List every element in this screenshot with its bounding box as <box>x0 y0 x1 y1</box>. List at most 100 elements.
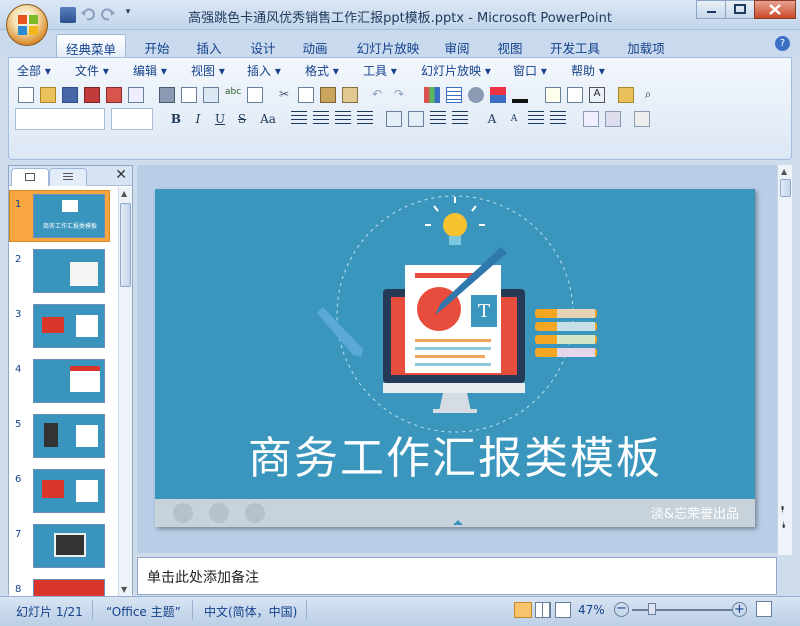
menu-format[interactable]: 格式 ▾ <box>305 62 363 79</box>
new-icon[interactable] <box>18 87 34 103</box>
cut-icon[interactable]: ✂ <box>276 87 292 103</box>
font-size-combo[interactable] <box>111 108 153 130</box>
strikethrough-icon[interactable]: S <box>233 110 251 128</box>
numbering-icon[interactable] <box>430 111 446 127</box>
tab-developer[interactable]: 开发工具 <box>542 34 608 57</box>
print-preview-icon[interactable] <box>181 87 197 103</box>
table-icon[interactable] <box>446 87 462 103</box>
quick-styles-icon[interactable] <box>634 111 650 127</box>
chart-icon[interactable] <box>424 87 440 103</box>
font-size-decrease-icon[interactable]: A <box>505 110 523 128</box>
align-center-icon[interactable] <box>313 111 329 127</box>
copy-icon[interactable] <box>298 87 314 103</box>
tab-design[interactable]: 设计 <box>242 34 284 57</box>
print-icon[interactable] <box>159 87 175 103</box>
scroll-up-icon[interactable]: ▲ <box>121 189 127 198</box>
permission-icon[interactable] <box>84 87 100 103</box>
close-icon[interactable] <box>754 0 796 19</box>
slides-tab[interactable] <box>11 168 49 186</box>
change-case-icon[interactable]: Aa <box>255 110 281 128</box>
layout-icon[interactable] <box>567 87 583 103</box>
paste-icon[interactable] <box>320 87 336 103</box>
thumbnails-scrollbar[interactable]: ▲ ▼ <box>118 187 132 596</box>
research-icon[interactable] <box>247 87 263 103</box>
slide-scrollbar[interactable]: ▲ ⯭ ⯯ <box>777 165 792 555</box>
zoom-out-icon[interactable]: − <box>614 602 629 617</box>
tab-animations[interactable]: 动画 <box>294 34 336 57</box>
slideshow-icon[interactable] <box>555 602 571 618</box>
picture-icon[interactable] <box>490 87 506 103</box>
language-indicator[interactable]: 中文(简体，中国) <box>204 603 297 620</box>
font-size-increase-icon[interactable]: A <box>483 110 501 128</box>
open-icon[interactable] <box>40 87 56 103</box>
align-left-icon[interactable] <box>291 111 307 127</box>
menu-slideshow[interactable]: 幻灯片放映 ▾ <box>421 62 513 79</box>
font-color-a-icon[interactable]: A <box>589 87 605 103</box>
scroll-thumb[interactable] <box>780 179 791 197</box>
menu-insert[interactable]: 插入 ▾ <box>247 62 305 79</box>
shapes-icon[interactable] <box>583 111 599 127</box>
font-name-combo[interactable] <box>15 108 105 130</box>
underline-icon[interactable]: U <box>211 110 229 128</box>
publish-icon[interactable] <box>106 87 122 103</box>
tab-insert[interactable]: 插入 <box>188 34 230 57</box>
next-slide-icon[interactable]: ⯯ <box>781 521 786 531</box>
menu-all[interactable]: 全部 ▾ <box>17 62 75 79</box>
align-right-icon[interactable] <box>335 111 351 127</box>
scroll-down-icon[interactable]: ▼ <box>121 585 127 594</box>
window-icon[interactable] <box>203 87 219 103</box>
tab-home[interactable]: 开始 <box>136 34 178 57</box>
text-direction-icon[interactable] <box>386 111 402 127</box>
notes-pane[interactable]: 单击此处添加备注 <box>137 557 777 595</box>
menu-window[interactable]: 窗口 ▾ <box>513 62 571 79</box>
clipart-icon[interactable] <box>468 87 484 103</box>
office-button[interactable] <box>6 4 48 46</box>
slide-sorter-icon[interactable] <box>535 602 551 618</box>
folder-icon[interactable] <box>618 87 634 103</box>
slide-title[interactable]: 商务工作汇报类模板 <box>155 422 755 486</box>
textbox-icon[interactable] <box>545 87 561 103</box>
menu-help[interactable]: 帮助 ▾ <box>571 62 629 79</box>
bold-icon[interactable]: B <box>167 110 185 128</box>
undo-icon[interactable]: ↶ <box>369 87 385 103</box>
zoom-in-icon[interactable]: + <box>732 602 747 617</box>
search-icon[interactable]: ⌕ <box>640 87 656 103</box>
outline-tab[interactable] <box>49 168 87 186</box>
slide-thumbnail-5[interactable] <box>33 414 105 458</box>
zoom-slider[interactable] <box>632 603 732 615</box>
fit-to-window-icon[interactable] <box>756 601 772 617</box>
close-pane-icon[interactable]: ✕ <box>115 167 127 183</box>
help-icon[interactable]: ? <box>775 36 790 51</box>
indent-increase-icon[interactable] <box>550 111 566 127</box>
slide-thumbnail-6[interactable] <box>33 469 105 513</box>
theme-name[interactable]: “Office 主题” <box>106 603 181 620</box>
format-painter-icon[interactable] <box>342 87 358 103</box>
menu-tools[interactable]: 工具 ▾ <box>363 62 421 79</box>
scroll-thumb[interactable] <box>120 203 131 287</box>
tab-view[interactable]: 视图 <box>488 34 532 57</box>
arrange-icon[interactable] <box>605 111 621 127</box>
slide-thumbnail-4[interactable] <box>33 359 105 403</box>
indent-decrease-icon[interactable] <box>528 111 544 127</box>
minimize-icon[interactable] <box>696 0 726 19</box>
slide-thumbnail-8[interactable] <box>33 579 105 596</box>
slide-canvas[interactable]: T 商务工作汇报类模板 淡&忘荣誉出品 <box>155 189 755 527</box>
spelling-icon[interactable]: abc <box>225 87 241 103</box>
line-style-icon[interactable] <box>512 87 528 103</box>
slide-thumbnail-2[interactable] <box>33 249 105 293</box>
menu-file[interactable]: 文件 ▾ <box>75 62 133 79</box>
tab-classic-menu[interactable]: 经典菜单 <box>56 34 126 57</box>
maximize-icon[interactable] <box>725 0 755 19</box>
menu-view[interactable]: 视图 ▾ <box>191 62 247 79</box>
prev-slide-icon[interactable]: ⯭ <box>780 505 785 515</box>
attach-icon[interactable] <box>128 87 144 103</box>
slide-thumbnail-1[interactable]: 商务工作汇报类模板 <box>33 194 105 238</box>
redo-icon[interactable]: ↷ <box>391 87 407 103</box>
menu-edit[interactable]: 编辑 ▾ <box>133 62 191 79</box>
slide-thumbnail-7[interactable] <box>33 524 105 568</box>
zoom-level[interactable]: 47% <box>578 603 605 617</box>
scroll-up-icon[interactable]: ▲ <box>781 167 787 176</box>
tab-addins[interactable]: 加载项 <box>618 34 674 57</box>
tab-slideshow[interactable]: 幻灯片放映 <box>348 34 428 57</box>
italic-icon[interactable]: I <box>189 110 207 128</box>
